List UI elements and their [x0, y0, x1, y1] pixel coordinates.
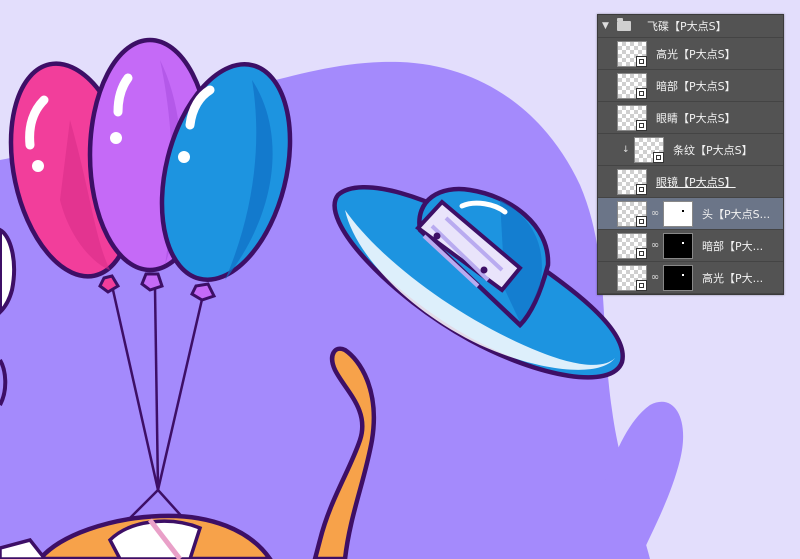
layer-thumbnail[interactable] — [617, 232, 647, 259]
layer-mask-thumbnail[interactable] — [663, 264, 693, 291]
expand-arrow-icon[interactable]: ▼ — [602, 21, 614, 31]
layer-row[interactable]: ∞ 头【P大点S... — [598, 198, 783, 230]
layer-row[interactable]: ↓ 条纹【P大点S】 — [598, 134, 783, 166]
layer-row[interactable]: ∞ 暗部【P大... — [598, 230, 783, 262]
layer-row[interactable]: 暗部【P大点S】 — [598, 70, 783, 102]
layer-name: 暗部【P大点S】 — [656, 79, 736, 93]
layer-row[interactable]: 高光【P大点S】 — [598, 38, 783, 70]
clipping-mask-icon: ↓ — [622, 144, 630, 155]
mask-link-icon[interactable]: ∞ — [650, 208, 660, 219]
mask-detail — [682, 273, 684, 276]
layer-row[interactable]: 眼睛【P大点S】 — [598, 102, 783, 134]
layer-row[interactable]: 眼镜【P大点S】 — [598, 166, 783, 198]
layer-group-name: 飞碟【P大点S】 — [647, 20, 727, 33]
smart-object-icon — [636, 183, 647, 195]
mask-link-icon[interactable]: ∞ — [650, 272, 660, 283]
layer-name: 高光【P大点S】 — [656, 47, 736, 61]
mask-detail — [682, 241, 684, 244]
layer-thumbnail[interactable] — [617, 40, 647, 67]
layer-thumbnail[interactable] — [634, 136, 664, 163]
layer-thumbnail[interactable] — [617, 200, 647, 227]
layer-thumbnail[interactable] — [617, 168, 647, 195]
mask-link-icon[interactable]: ∞ — [650, 240, 660, 251]
layer-thumbnail[interactable] — [617, 104, 647, 131]
layer-mask-thumbnail[interactable] — [663, 232, 693, 259]
layers-panel: ▼ 飞碟【P大点S】 高光【P大点S】 暗部【P大点S】 眼睛【P大点S】 ↓ 条纹【P… — [597, 14, 784, 295]
layer-thumbnail[interactable] — [617, 264, 647, 291]
layer-name: 条纹【P大点S】 — [673, 143, 753, 157]
layer-row[interactable]: ∞ 高光【P大... — [598, 262, 783, 294]
smart-object-icon — [653, 151, 664, 163]
layer-thumbnail[interactable] — [617, 72, 647, 99]
smart-object-icon — [636, 215, 647, 227]
smart-object-icon — [636, 87, 647, 99]
layer-list: 高光【P大点S】 暗部【P大点S】 眼睛【P大点S】 ↓ 条纹【P大点S】眼镜【P大点S… — [598, 38, 783, 294]
smart-object-icon — [636, 119, 647, 131]
layer-group-row[interactable]: ▼ 飞碟【P大点S】 — [598, 15, 783, 38]
layer-name: 头【P大点S... — [702, 207, 771, 221]
folder-icon — [617, 18, 631, 31]
smart-object-icon — [636, 279, 647, 291]
layer-mask-thumbnail[interactable] — [663, 200, 693, 227]
layer-name: 眼镜【P大点S】 — [656, 175, 736, 189]
smart-object-icon — [636, 247, 647, 259]
layer-name: 高光【P大... — [702, 271, 764, 285]
smart-object-icon — [636, 55, 647, 67]
mask-detail — [682, 209, 684, 212]
layer-name: 暗部【P大... — [702, 239, 764, 253]
layer-name: 眼睛【P大点S】 — [656, 111, 736, 125]
